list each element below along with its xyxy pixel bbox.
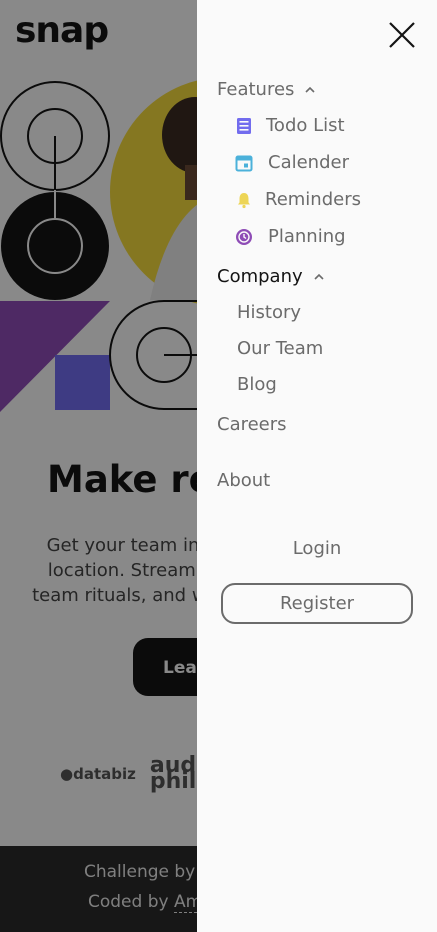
- chevron-up-icon: [313, 272, 325, 282]
- features-item-calender[interactable]: Calender: [235, 152, 349, 173]
- features-item-reminders[interactable]: Reminders: [235, 189, 361, 210]
- features-item-planning[interactable]: Planning: [235, 226, 346, 247]
- clock-icon: [235, 228, 253, 246]
- features-item-todo-list[interactable]: Todo List: [235, 115, 345, 136]
- login-link[interactable]: Login: [197, 538, 437, 559]
- calendar-icon: [235, 154, 253, 172]
- company-item-blog[interactable]: Blog: [237, 374, 277, 395]
- close-icon: [389, 22, 415, 48]
- todo-list-icon: [235, 117, 253, 135]
- nav-features-label: Features: [217, 79, 295, 100]
- nav-about-link[interactable]: About: [217, 470, 270, 491]
- company-item-our-team[interactable]: Our Team: [237, 338, 323, 359]
- nav-drawer: [197, 0, 437, 932]
- register-button[interactable]: Register: [221, 583, 413, 624]
- nav-careers-link[interactable]: Careers: [217, 414, 287, 435]
- bell-icon: [235, 191, 253, 209]
- features-item-label: Todo List: [266, 115, 345, 136]
- chevron-up-icon: [304, 85, 316, 95]
- company-item-history[interactable]: History: [237, 302, 301, 323]
- features-item-label: Reminders: [265, 189, 361, 210]
- features-item-label: Planning: [268, 226, 346, 247]
- nav-company-toggle[interactable]: Company: [217, 266, 325, 287]
- features-item-label: Calender: [268, 152, 349, 173]
- nav-company-label: Company: [217, 266, 303, 287]
- close-menu-button[interactable]: [387, 20, 417, 50]
- nav-features-toggle[interactable]: Features: [217, 79, 316, 100]
